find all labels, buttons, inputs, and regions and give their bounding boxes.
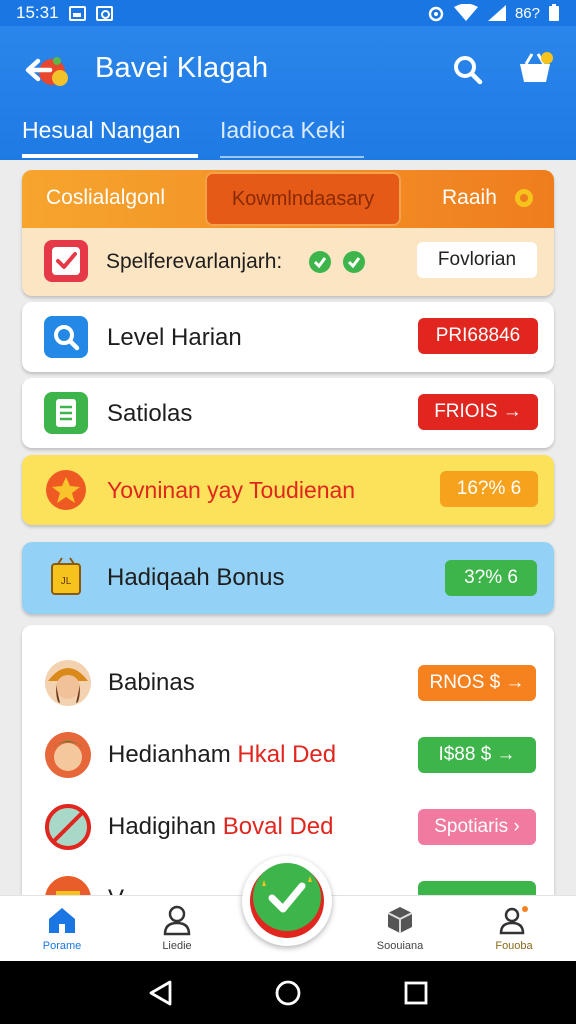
list-row-satiolas[interactable]: Satiolas FRIOIS →: [22, 378, 554, 448]
status-bar: 15:31 86?: [0, 0, 576, 26]
avatar-icon: [45, 660, 91, 706]
document-icon: [44, 392, 88, 434]
star-badge-icon: [46, 470, 86, 510]
nav-item-home[interactable]: Porame: [22, 904, 102, 952]
header-tab-right[interactable]: Raaih: [442, 186, 497, 210]
center-action-button[interactable]: [242, 856, 332, 946]
row-label: Hadiqaah Bonus: [107, 564, 285, 591]
nav-label: Soouiana: [376, 940, 424, 952]
settings-gear-icon[interactable]: [512, 186, 536, 210]
nav-item-profile[interactable]: Liedie: [137, 904, 217, 952]
list-item-label: Hadigihan Boval Ded: [108, 813, 334, 840]
nav-item-box[interactable]: Soouiana: [360, 904, 440, 952]
battery-level: 86?: [514, 4, 540, 22]
battery-icon: [549, 4, 559, 21]
list-item-button[interactable]: I$88 $ →: [418, 737, 536, 773]
mission-card-header: Coslialalgonl Kowmlndaasary Raaih: [22, 170, 554, 228]
list-item[interactable]: Babinas RNOS $ →: [22, 647, 554, 717]
list-row-level-harian[interactable]: Level Harian PRI68846: [22, 302, 554, 372]
nav-item-account[interactable]: Fouoba: [474, 904, 554, 952]
person-icon: [163, 905, 191, 936]
app-title: Bavei Klagah: [95, 52, 269, 84]
basket-icon[interactable]: [516, 48, 556, 88]
row-badge-button[interactable]: 3?% 6: [445, 560, 537, 596]
tab-hesual-nangan[interactable]: Hesual Nangan: [22, 114, 198, 158]
gallery-notification-icon: [68, 5, 86, 21]
list-row-yovninan[interactable]: Yovninan yay Toudienan 16?% 6: [22, 455, 554, 525]
list-item-button[interactable]: Spotiaris ›: [418, 809, 536, 845]
row-badge-button[interactable]: FRIOIS →: [418, 394, 538, 430]
back-arrow-icon[interactable]: [22, 48, 74, 92]
search-icon: [44, 316, 88, 358]
list-row-hadiqaah-bonus[interactable]: JL Hadiqaah Bonus 3?% 6: [22, 542, 554, 614]
status-time: 15:31: [16, 3, 59, 22]
signal-icon: [487, 5, 506, 21]
row-label: Satiolas: [107, 400, 193, 427]
row-badge-button[interactable]: 16?% 6: [440, 471, 538, 507]
nav-label: Porame: [42, 940, 82, 952]
mission-row: Spelferevarlanjarh: Fovlorian: [22, 228, 554, 296]
no-entry-icon: [45, 804, 91, 850]
alarm-icon: [428, 6, 444, 22]
tab-iadioca-keki[interactable]: Iadioca Keki: [220, 114, 364, 158]
mission-button[interactable]: Fovlorian: [417, 242, 537, 278]
list-item-label: Hedianham Hkal Ded: [108, 741, 337, 768]
list-item-label: Babinas: [108, 669, 195, 696]
wifi-icon: [453, 4, 478, 21]
list-item-button[interactable]: RNOS $ →: [418, 665, 536, 701]
nav-label: Liedie: [162, 940, 192, 952]
camera-notification-icon: [95, 5, 113, 21]
row-label: Level Harian: [107, 324, 242, 351]
list-item[interactable]: Hadigihan Boval Ded Spotiaris ›: [22, 791, 554, 861]
row-label: Yovninan yay Toudienan: [107, 477, 356, 503]
system-recents-icon[interactable]: [402, 979, 430, 1007]
check-badge-icon: [246, 860, 328, 942]
user-star-icon: [499, 906, 528, 935]
mission-label: Spelferevarlanjarh:: [106, 250, 283, 273]
app-bar: Bavei Klagah Hesual Nangan Iadioca Keki: [0, 26, 576, 160]
check-circle-icon: [309, 251, 331, 273]
system-home-icon[interactable]: [274, 979, 302, 1007]
header-tab-center[interactable]: Kowmlndaasary: [205, 172, 401, 226]
checkbox-icon: [44, 240, 88, 282]
list-item[interactable]: Hedianham Hkal Ded I$88 $ →: [22, 719, 554, 789]
tab-bar: Hesual Nangan Iadioca Keki: [0, 114, 576, 160]
box-icon: [387, 907, 413, 933]
mission-card: Coslialalgonl Kowmlndaasary Raaih Spelfe…: [22, 170, 554, 296]
system-navigation-bar: [0, 961, 576, 1024]
search-icon[interactable]: [452, 54, 484, 86]
header-tab-left[interactable]: Coslialalgonl: [46, 186, 165, 210]
nav-label: Fouoba: [495, 940, 533, 952]
system-back-icon[interactable]: [146, 979, 174, 1007]
home-icon: [49, 908, 75, 933]
check-circle-icon: [343, 251, 365, 273]
avatar-icon: [45, 732, 91, 778]
gift-bag-icon: JL: [51, 557, 81, 595]
row-badge-button[interactable]: PRI68846: [418, 318, 538, 354]
svg-text:JL: JL: [61, 576, 72, 587]
